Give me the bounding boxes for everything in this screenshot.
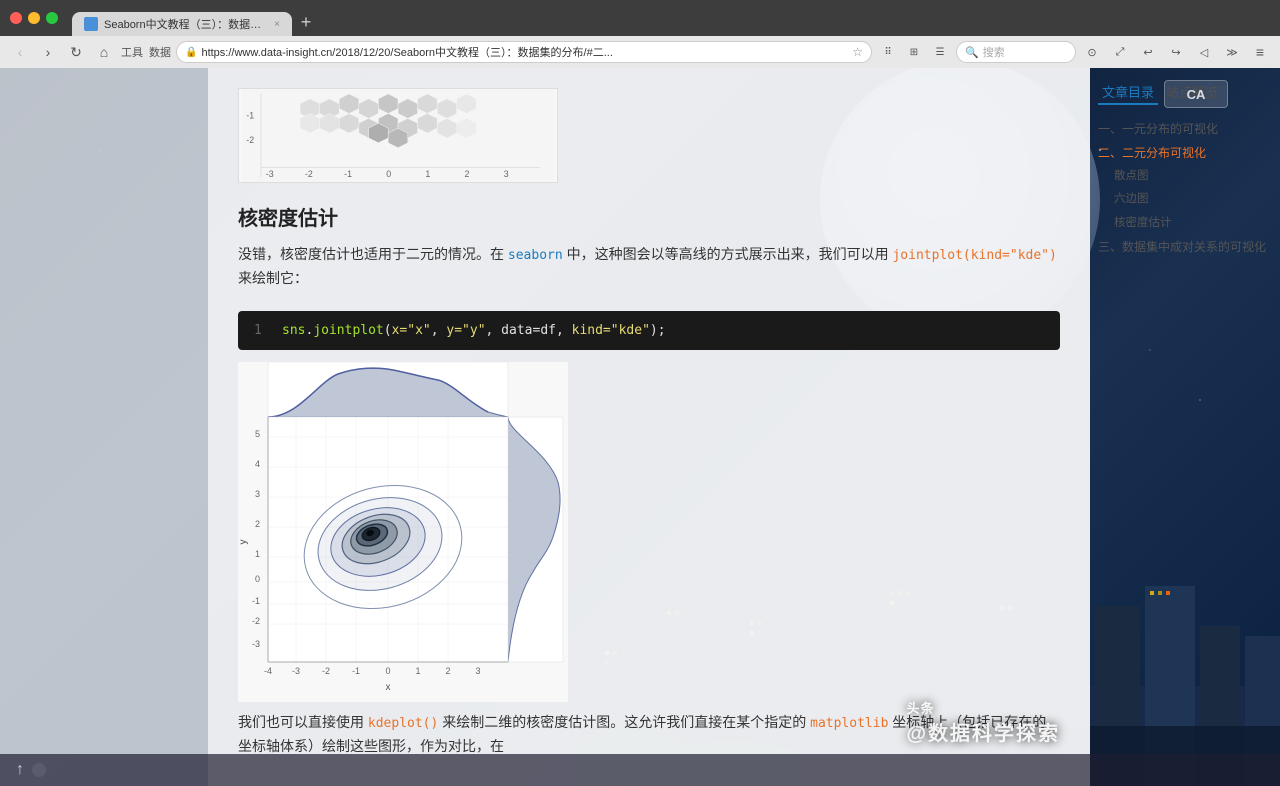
share-icon[interactable]: ↑ [16,761,24,779]
nav-tools: ⠿ ⊞ ☰ [876,40,952,64]
history-back-button[interactable]: ◁ [1192,40,1216,64]
svg-text:2: 2 [445,666,450,676]
svg-text:3: 3 [255,489,260,499]
data-button[interactable]: 数据 [148,40,172,64]
watermark: 头条 @数据科学探索 [906,698,1060,746]
paragraph-1: 没错，核密度估计也适用于二元的情况。在 seaborn 中，这种图会以等高线的方… [238,243,1060,291]
svg-text:-1: -1 [252,596,260,606]
watermark-subtitle: @数据科学探索 [906,717,1060,746]
bookmarks-button[interactable]: ⊞ [902,40,926,64]
toc-item-2-1[interactable]: 散点图 [1098,165,1272,188]
active-tab[interactable]: Seaborn中文教程（三）：数据集... × [72,12,292,36]
code-content: sns.jointplot(x="x", y="y", data=df, kin… [282,323,666,338]
tab-bar: Seaborn中文教程（三）：数据集... × + [72,0,1270,36]
section-heading: 核密度估计 [238,202,1060,231]
minimize-button[interactable] [28,12,40,24]
svg-text:-1: -1 [344,169,352,179]
redo-button[interactable]: ↪ [1164,40,1188,64]
svg-text:-2: -2 [305,169,313,179]
svg-text:3: 3 [475,666,480,676]
jointplot-code: jointplot(kind="kde") [892,248,1056,263]
tab-close-button[interactable]: × [274,19,280,30]
svg-text:1: 1 [255,549,260,559]
forward-button[interactable]: › [36,40,60,64]
svg-text:-3: -3 [266,169,274,179]
menu-button[interactable]: ≡ [1248,40,1272,64]
new-tab-button[interactable]: + [292,8,320,36]
sidebar-toggle-button[interactable]: ⊙ [1080,40,1104,64]
address-bar[interactable]: 🔒 https://www.data-insight.cn/2018/12/20… [176,41,872,63]
home-button[interactable]: ⌂ [92,40,116,64]
svg-text:-2: -2 [252,616,260,626]
svg-text:-2: -2 [322,666,330,676]
traffic-lights [10,12,58,24]
kdeplot-code: kdeplot() [368,716,438,731]
left-sidebar [0,68,208,786]
matplotlib-code: matplotlib [810,716,888,731]
toc-item-2[interactable]: 二、二元分布可视化 [1098,141,1272,165]
toc-item-3[interactable]: 三、数据集中成对关系的可视化 [1098,235,1272,259]
hex-chart-partial: -1 -2 -3 -2 -1 0 1 2 3 [238,88,1060,188]
right-sidebar-toc: 文章目录 站点概览 一、一元分布的可视化 二、二元分布可视化 散点图 六边图 核… [1090,68,1280,786]
toc-tab-article[interactable]: 文章目录 [1098,80,1158,105]
svg-text:-3: -3 [292,666,300,676]
seaborn-link[interactable]: seaborn [508,248,563,263]
title-bar: Seaborn中文教程（三）：数据集... × + [0,0,1280,36]
screenshot-button[interactable]: ⤢ [1108,40,1132,64]
toc-item-1[interactable]: 一、一元分布的可视化 [1098,117,1272,141]
toc-item-2-3[interactable]: 核密度估计 [1098,212,1272,235]
tools-button[interactable]: 工具 [120,40,144,64]
search-bar[interactable]: 🔍 搜索 [956,41,1076,63]
main-content: -1 -2 -3 -2 -1 0 1 2 3 [0,68,1280,786]
article-area: -1 -2 -3 -2 -1 0 1 2 3 [208,68,1090,786]
toc-item-2-2[interactable]: 六边图 [1098,188,1272,211]
tab-favicon [84,17,98,31]
svg-text:0: 0 [386,169,391,179]
bottom-bar: ↑ [0,754,1280,786]
navigation-bar: ‹ › ↻ ⌂ 工具 数据 🔒 https://www.data-insight… [0,36,1280,68]
extensions-button[interactable]: ⠿ [876,40,900,64]
back-button[interactable]: ‹ [8,40,32,64]
svg-text:2: 2 [465,169,470,179]
svg-text:4: 4 [255,459,260,469]
svg-text:3: 3 [504,169,509,179]
reading-mode-button[interactable]: ☰ [928,40,952,64]
svg-text:y: y [238,539,249,544]
watermark-title: 头条 [906,698,1060,717]
svg-text:-3: -3 [252,639,260,649]
tab-title: Seaborn中文教程（三）：数据集... [104,16,264,32]
svg-text:5: 5 [255,429,260,439]
svg-text:2: 2 [255,519,260,529]
svg-text:-1: -1 [246,110,254,120]
record-indicator[interactable] [32,763,46,777]
svg-text:-2: -2 [246,135,254,145]
url-text: https://www.data-insight.cn/2018/12/20/S… [201,44,848,60]
svg-text:1: 1 [425,169,430,179]
browser-chrome: Seaborn中文教程（三）：数据集... × + ‹ › ↻ ⌂ 工具 数据 … [0,0,1280,68]
code-line-number: 1 [254,323,270,338]
svg-text:1: 1 [415,666,420,676]
undo-button[interactable]: ↩ [1136,40,1160,64]
kde-plot: 5 4 3 2 1 0 -1 -2 -3 y -4 -3 -2 -1 0 1 2… [238,362,1060,707]
ca-badge: CA [1164,80,1228,108]
search-placeholder: 搜索 [983,44,1005,60]
more-tools-button[interactable]: ≫ [1220,40,1244,64]
code-block: 1 sns.jointplot(x="x", y="y", data=df, k… [238,311,1060,350]
lock-icon: 🔒 [185,47,197,58]
reload-button[interactable]: ↻ [64,40,88,64]
maximize-button[interactable] [46,12,58,24]
svg-text:x: x [386,682,391,693]
bookmark-icon[interactable]: ☆ [852,45,863,59]
svg-text:0: 0 [385,666,390,676]
close-button[interactable] [10,12,22,24]
search-icon: 🔍 [965,46,979,59]
svg-text:0: 0 [255,574,260,584]
svg-text:-4: -4 [264,666,272,676]
svg-text:-1: -1 [352,666,360,676]
